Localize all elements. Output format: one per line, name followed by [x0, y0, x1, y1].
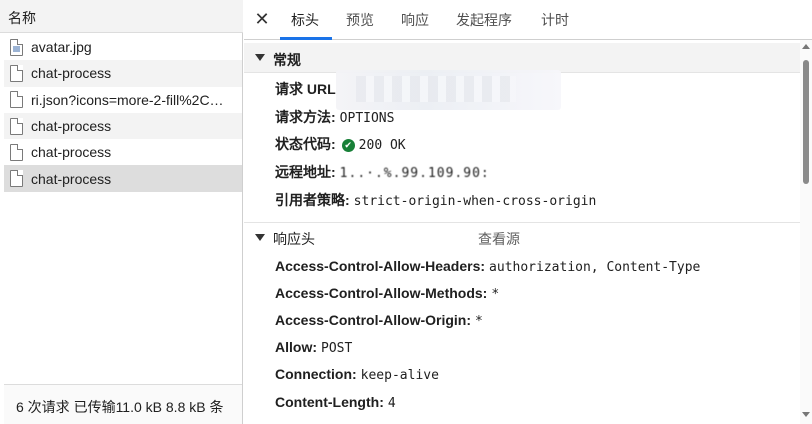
request-name: chat-process: [31, 170, 112, 187]
request-name: chat-process: [31, 65, 112, 82]
header-value: POST: [321, 341, 353, 356]
header-key: Access-Control-Allow-Headers:: [275, 258, 486, 274]
document-file-icon: [10, 143, 23, 161]
details-tabbar: ✕ 标头 预览 响应 发起程序 计时: [244, 0, 812, 40]
response-header-row: Allow: POST: [275, 339, 352, 361]
remote-address-row: 远程地址: 1..·.%.99.109.90:: [275, 162, 490, 184]
response-header-row: Access-Control-Allow-Origin: *: [275, 312, 483, 334]
tab-timing[interactable]: 计时: [541, 10, 569, 30]
active-tab-indicator: [280, 37, 332, 40]
image-file-icon: [10, 38, 23, 56]
document-file-icon: [10, 64, 23, 82]
referrer-policy-label: 引用者策略:: [275, 192, 350, 208]
view-source-link[interactable]: 查看源: [478, 229, 520, 249]
caret-down-icon: [255, 54, 265, 61]
check-circle-icon: ✔: [341, 139, 355, 152]
remote-address-label: 远程地址:: [275, 164, 336, 180]
request-details-panel: ✕ 标头 预览 响应 发起程序 计时 常规 请求 URL 请求方法: OPTION…: [244, 0, 812, 424]
request-url-label: 请求 URL: [275, 81, 336, 97]
referrer-policy-value: strict-origin-when-cross-origin: [353, 194, 597, 209]
request-summary: 6 次请求 已传输11.0 kB 8.8 kB 条: [16, 399, 224, 415]
request-name: avatar.jpg: [31, 39, 92, 56]
response-header-row: Connection: keep-alive: [275, 366, 439, 388]
general-title: 常规: [273, 52, 301, 68]
response-header-row: Content-Length: 4: [275, 394, 396, 416]
remote-address-value: 1..·.%.99.109.90:: [339, 166, 490, 181]
general-section-header[interactable]: 常规: [244, 43, 800, 73]
close-icon[interactable]: ✕: [252, 8, 272, 30]
header-value: *: [475, 314, 483, 329]
request-row-chat-process[interactable]: chat-process: [4, 112, 242, 140]
header-value: keep-alive: [360, 368, 439, 383]
request-url-row: 请求 URL: [275, 79, 336, 101]
request-list-header[interactable]: 名称: [0, 0, 243, 33]
response-header-row: Access-Control-Allow-Headers: authorizati…: [275, 258, 700, 280]
scroll-up-arrow-icon[interactable]: [802, 44, 810, 49]
scrollbar-thumb[interactable]: [803, 60, 809, 184]
response-headers-title: 响应头: [273, 231, 315, 247]
request-row-avatar[interactable]: avatar.jpg: [4, 34, 242, 60]
header-value: *: [491, 287, 500, 302]
request-row-ri-json[interactable]: ri.json?icons=more-2-fill%2C…: [4, 87, 242, 113]
request-row-chat-process[interactable]: chat-process: [4, 60, 242, 87]
request-name: ri.json?icons=more-2-fill%2C…: [31, 91, 224, 108]
header-value: 4: [387, 396, 396, 411]
status-code-label: 状态代码:: [275, 136, 336, 152]
header-key: Connection:: [275, 366, 357, 382]
name-column-header[interactable]: 名称: [8, 8, 36, 28]
tab-headers[interactable]: 标头: [291, 10, 319, 30]
header-key: Access-Control-Allow-Origin:: [275, 312, 472, 328]
request-method-label: 请求方法:: [275, 109, 336, 125]
request-method-row: 请求方法: OPTIONS: [275, 107, 394, 129]
request-name: chat-process: [31, 144, 112, 161]
status-code-row: 状态代码: ✔ 200 OK: [275, 134, 406, 156]
response-headers-section-header[interactable]: 响应头 查看源: [244, 222, 800, 252]
request-method-value: OPTIONS: [339, 111, 395, 126]
caret-down-icon: [255, 234, 265, 241]
request-row-chat-process[interactable]: chat-process: [4, 139, 242, 165]
tab-preview[interactable]: 预览: [346, 10, 374, 30]
document-file-icon: [10, 170, 23, 188]
request-row-chat-process-selected[interactable]: chat-process: [4, 165, 242, 192]
request-list-panel: 名称 avatar.jpg chat-process ri.json?icons…: [0, 0, 243, 424]
request-name: chat-process: [31, 118, 112, 135]
vertical-scrollbar[interactable]: [800, 40, 812, 424]
referrer-policy-row: 引用者策略: strict-origin-when-cross-origin: [275, 190, 596, 212]
header-key: Allow:: [275, 339, 317, 355]
scroll-down-arrow-icon[interactable]: [802, 412, 810, 417]
tab-initiator[interactable]: 发起程序: [456, 10, 512, 30]
header-key: Access-Control-Allow-Methods:: [275, 285, 488, 301]
status-code-value: 200 OK: [358, 138, 406, 153]
document-file-icon: [10, 117, 23, 135]
response-header-row: Access-Control-Allow-Methods: *: [275, 285, 499, 307]
header-value: authorization, Content-Type: [489, 260, 701, 275]
redacted-url: [336, 70, 561, 110]
request-list: avatar.jpg chat-process ri.json?icons=mo…: [4, 34, 242, 192]
tab-response[interactable]: 响应: [401, 10, 429, 30]
status-bar: 6 次请求 已传输11.0 kB 8.8 kB 条: [4, 384, 242, 424]
document-file-icon: [10, 91, 23, 109]
header-key: Content-Length:: [275, 394, 384, 410]
